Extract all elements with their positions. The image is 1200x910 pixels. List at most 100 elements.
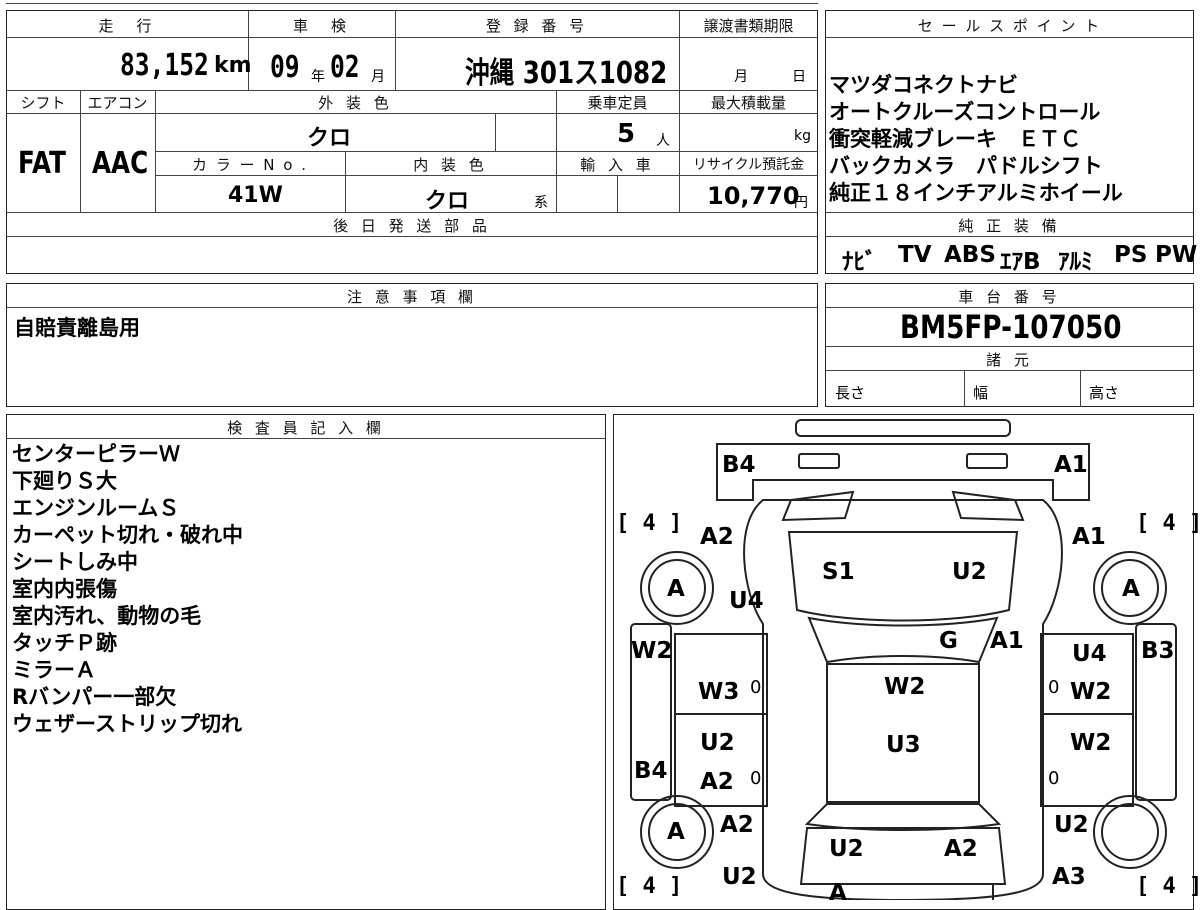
aircon-header: エアコン bbox=[87, 94, 148, 112]
damage-code: U2 bbox=[829, 836, 864, 862]
inspector-line: 室内内張傷 bbox=[12, 577, 117, 601]
damage-code: A1 bbox=[990, 628, 1024, 654]
damage-code: U3 bbox=[886, 732, 921, 758]
notes-text: 自賠責離島用 bbox=[14, 316, 140, 340]
col-line bbox=[964, 370, 965, 407]
damage-code: A2 bbox=[700, 524, 734, 550]
equipment-item: PS bbox=[1114, 242, 1148, 268]
damage-code: U2 bbox=[700, 730, 735, 756]
row-line bbox=[825, 37, 1194, 38]
chassis-header: 車 台 番 号 bbox=[958, 288, 1061, 306]
recycle-value: 10,770 bbox=[707, 182, 800, 210]
damage-code: A bbox=[829, 880, 847, 906]
max-load-unit: kg bbox=[794, 128, 811, 144]
damage-code: W3 bbox=[698, 679, 740, 705]
row-line bbox=[825, 236, 1194, 237]
inspector-line: 室内汚れ、動物の毛 bbox=[12, 604, 202, 628]
length-label: 長さ bbox=[835, 384, 866, 402]
notes-header: 注 意 事 項 欄 bbox=[346, 288, 478, 306]
equipment-item: ｱﾙﾐ bbox=[1058, 249, 1093, 275]
width-label: 幅 bbox=[973, 384, 989, 402]
inspector-line: エンジンルームＳ bbox=[12, 496, 180, 520]
spec-header: 諸 元 bbox=[986, 351, 1033, 369]
inspector-line: センターピラーＷ bbox=[12, 442, 180, 466]
row-line bbox=[825, 370, 1194, 371]
aircon-value: AAC bbox=[92, 146, 149, 181]
recycle-unit: 円 bbox=[794, 195, 808, 211]
damage-code: B3 bbox=[1141, 638, 1175, 664]
equipment-item: PW bbox=[1155, 242, 1198, 268]
inspection-header: 車 検 bbox=[292, 17, 350, 35]
factory-equipment-header: 純 正 装 備 bbox=[958, 217, 1061, 235]
max-load-header: 最大積載量 bbox=[710, 94, 786, 112]
shift-header: シフト bbox=[20, 94, 66, 112]
equipment-item: ﾅﾋﾞ bbox=[842, 249, 877, 275]
damage-code: W2 bbox=[1070, 679, 1112, 705]
inspector-line: カーペット切れ・破れ中 bbox=[12, 523, 243, 547]
inspector-line: タッチＰ跡 bbox=[12, 631, 117, 655]
registration-value: 沖縄 301ス1082 bbox=[465, 56, 668, 91]
row-line bbox=[155, 175, 818, 176]
row-line bbox=[825, 212, 1194, 213]
damage-code: U4 bbox=[729, 588, 764, 614]
tire-count-rear-left: [ 4 ] bbox=[616, 874, 683, 899]
sales-point-line: マツダコネクトナビ bbox=[829, 73, 1018, 97]
inspection-year: 09 bbox=[270, 50, 300, 85]
inspector-line: ウェザーストリップ切れ bbox=[12, 712, 242, 736]
mileage-header: 走 行 bbox=[98, 17, 156, 35]
damage-code: 0 bbox=[750, 677, 762, 698]
col-line bbox=[617, 175, 618, 212]
mileage-unit: km bbox=[214, 53, 252, 78]
height-label: 高さ bbox=[1089, 384, 1120, 402]
row-line bbox=[6, 37, 818, 38]
sales-point-line: オートクルーズコントロール bbox=[829, 100, 1101, 124]
inspector-header: 検 査 員 記 入 欄 bbox=[227, 419, 385, 437]
col-line bbox=[1080, 370, 1081, 407]
transfer-day-unit: 日 bbox=[792, 69, 806, 85]
recycle-header: リサイクル預託金 bbox=[692, 157, 805, 173]
tire-count-front-left: [ 4 ] bbox=[616, 511, 683, 536]
inspector-line: Rバンパー一部欠 bbox=[12, 685, 177, 709]
interior-color-header: 内 装 色 bbox=[413, 156, 488, 174]
interior-color-suffix: 系 bbox=[534, 195, 548, 211]
capacity-value: 5 bbox=[617, 119, 636, 149]
car-outline-diagram bbox=[630, 419, 1177, 900]
damage-code: 0 bbox=[1048, 768, 1060, 789]
sales-points-header: セ ー ル ス ポ イ ン ト bbox=[917, 17, 1102, 35]
inspector-line: 下廻りＳ大 bbox=[12, 469, 117, 493]
damage-code: A1 bbox=[1072, 524, 1106, 550]
damage-code: A2 bbox=[944, 836, 978, 862]
mileage-value: 83,152 bbox=[120, 48, 209, 83]
row-line bbox=[6, 438, 606, 439]
color-no-value: 41W bbox=[228, 183, 283, 208]
transfer-deadline-header: 譲渡書類期限 bbox=[703, 17, 794, 35]
damage-code: A bbox=[667, 819, 685, 845]
damage-code: U2 bbox=[722, 864, 757, 890]
sales-point-line: 純正１８インチアルミホイール bbox=[829, 181, 1123, 205]
inspector-line: シートしみ中 bbox=[12, 550, 138, 574]
damage-code: W2 bbox=[1070, 730, 1112, 756]
row-line bbox=[6, 113, 818, 114]
color-no-header: カ ラ ー N o . bbox=[191, 156, 308, 174]
equipment-item: ABS bbox=[944, 242, 996, 268]
inspection-year-unit: 年 bbox=[311, 69, 325, 85]
equipment-item: TV bbox=[898, 242, 932, 268]
row-line bbox=[6, 236, 818, 237]
tire-count-rear-right: [ 4 ] bbox=[1136, 874, 1200, 899]
exterior-color-header: 外 装 色 bbox=[318, 94, 393, 112]
damage-code: S1 bbox=[822, 559, 855, 585]
damage-code: A3 bbox=[1052, 864, 1086, 890]
damage-code: 0 bbox=[750, 768, 762, 789]
damage-code: U2 bbox=[1054, 812, 1089, 838]
tire-count-front-right: [ 4 ] bbox=[1136, 511, 1200, 536]
col-line bbox=[495, 113, 496, 151]
capacity-header: 乗車定員 bbox=[587, 94, 648, 112]
damage-code: A bbox=[1122, 576, 1140, 602]
damage-code: A2 bbox=[700, 769, 734, 795]
damage-code: A1 bbox=[1054, 452, 1088, 478]
damage-code: A2 bbox=[720, 812, 754, 838]
damage-code: B4 bbox=[722, 452, 756, 478]
damage-code: G bbox=[939, 628, 958, 654]
row-line bbox=[155, 151, 818, 152]
inspector-line: ミラーＡ bbox=[12, 658, 96, 682]
